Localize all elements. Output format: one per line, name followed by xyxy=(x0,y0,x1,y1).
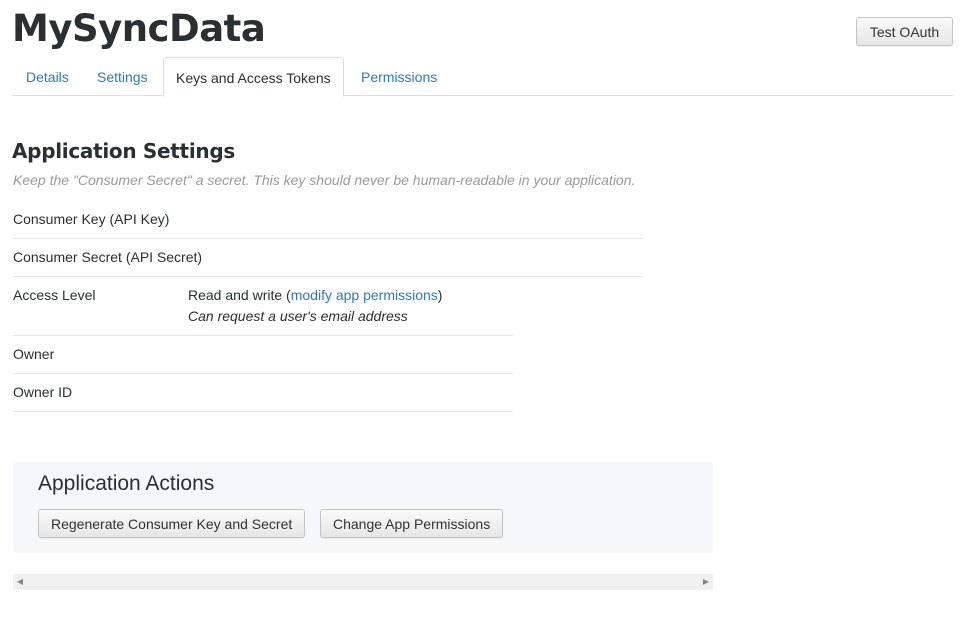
scroll-right-arrow-icon[interactable]: ▶ xyxy=(699,574,713,590)
access-level-row: Access Level Read and write (modify app … xyxy=(13,287,513,336)
access-level-suffix: ) xyxy=(437,287,443,303)
consumer-key-label: Consumer Key (API Key) xyxy=(13,211,170,227)
access-level-label: Access Level xyxy=(13,287,96,303)
consumer-secret-label: Consumer Secret (API Secret) xyxy=(13,249,203,265)
tab-details[interactable]: Details xyxy=(26,57,69,95)
access-level-value: Read and write (modify app permissions) xyxy=(188,287,442,303)
test-oauth-button[interactable]: Test OAuth xyxy=(856,17,953,46)
modify-app-permissions-link[interactable]: modify app permissions xyxy=(291,287,438,303)
scroll-left-arrow-icon[interactable]: ◀ xyxy=(13,574,27,590)
owner-row: Owner xyxy=(13,346,513,374)
consumer-secret-note: Keep the "Consumer Secret" a secret. Thi… xyxy=(13,172,636,188)
app-title: MySyncData xyxy=(12,7,266,50)
regenerate-keys-button[interactable]: Regenerate Consumer Key and Secret xyxy=(38,509,306,538)
change-app-permissions-button[interactable]: Change App Permissions xyxy=(320,509,504,538)
owner-label: Owner xyxy=(13,346,55,362)
tab-bar: Details Settings Keys and Access Tokens … xyxy=(12,57,953,97)
owner-id-label: Owner ID xyxy=(13,384,73,400)
application-actions-heading: Application Actions xyxy=(38,472,215,495)
tab-settings[interactable]: Settings xyxy=(97,57,148,95)
tab-permissions[interactable]: Permissions xyxy=(361,57,437,95)
email-access-note: Can request a user's email address xyxy=(188,308,408,324)
consumer-key-row: Consumer Key (API Key) xyxy=(13,211,643,239)
access-level-prefix: Read and write ( xyxy=(188,287,291,303)
horizontal-scrollbar[interactable]: ◀ ▶ xyxy=(13,574,713,590)
tab-keys-and-access-tokens[interactable]: Keys and Access Tokens xyxy=(163,57,344,97)
owner-id-row: Owner ID xyxy=(13,384,513,412)
application-settings-heading: Application Settings xyxy=(12,139,235,163)
consumer-secret-row: Consumer Secret (API Secret) xyxy=(13,249,643,277)
application-actions-panel: Application Actions Regenerate Consumer … xyxy=(13,462,713,553)
